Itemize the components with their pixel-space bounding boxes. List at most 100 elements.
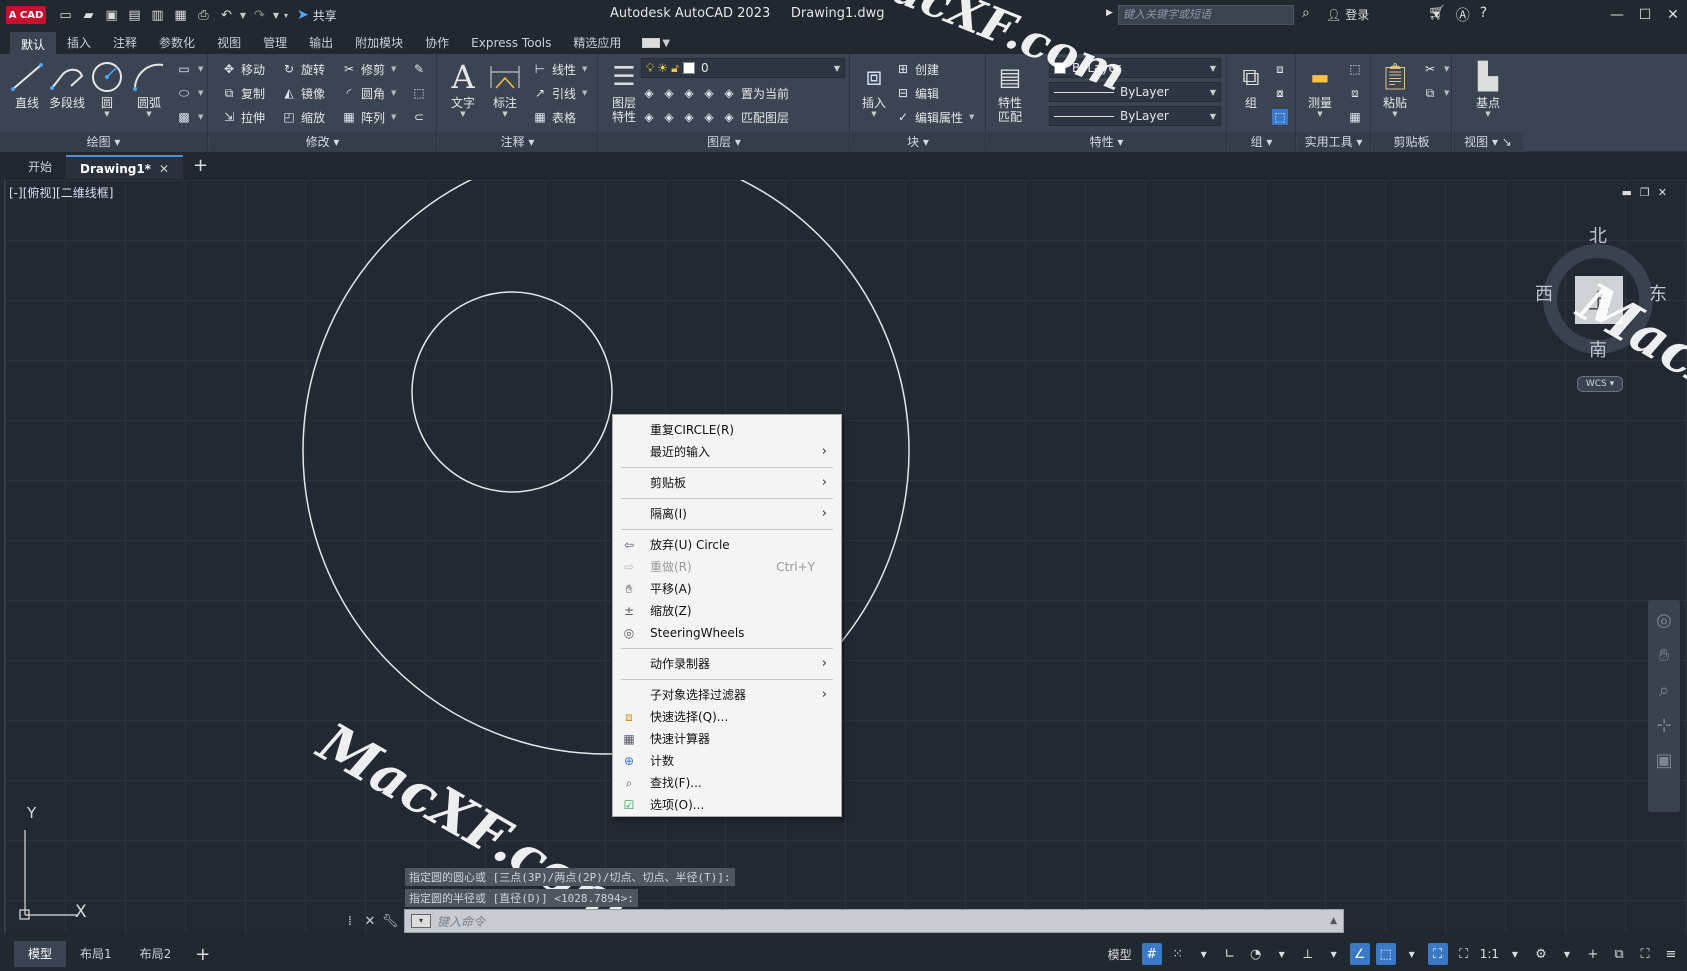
menu-zoom[interactable]: ± 缩放(Z) — [613, 600, 841, 622]
viewport-restore-icon[interactable]: ❐ — [1640, 186, 1650, 199]
print-icon[interactable]: ⎙ — [192, 5, 215, 25]
layer-thaw-icon[interactable]: ◈ — [681, 109, 697, 125]
group-edit-button[interactable]: ⧇ — [1272, 82, 1288, 104]
model-space-button[interactable]: 模型 — [1108, 946, 1132, 963]
layer-isolate-icon[interactable]: ◈ — [661, 85, 677, 101]
panel-groups-title[interactable]: 组 ▾ — [1228, 132, 1295, 152]
snap-icon[interactable]: ⁙ — [1168, 943, 1188, 965]
edit-attributes-button[interactable]: ✓ 编辑属性 ▼ — [895, 106, 974, 128]
annotation-visibility-icon[interactable]: ⛶ — [1427, 943, 1448, 965]
autodesk-app-icon[interactable]: Ⓐ — [1456, 5, 1470, 25]
polar-tracking-icon[interactable]: ◔ — [1246, 943, 1266, 965]
text-button[interactable]: A 文字 ▼ — [442, 58, 484, 118]
command-input[interactable]: ▾ 键入命令 ▲ — [404, 909, 1344, 933]
offset-button[interactable]: ⊂ — [411, 106, 427, 128]
array-button[interactable]: ▦ 阵列 ▼ — [341, 106, 396, 128]
circle-dropdown-icon[interactable]: ▼ — [86, 110, 128, 118]
layer-lock-icon[interactable]: ◈ — [701, 85, 717, 101]
customize-qat-icon[interactable]: ▾ — [281, 5, 291, 25]
set-current-button[interactable]: 置为当前 — [741, 85, 789, 102]
tab-featured-apps[interactable]: 精选应用 — [562, 32, 632, 54]
maximize-icon[interactable]: ☐ — [1631, 0, 1659, 30]
zoom-extents-icon[interactable]: ⌕ — [1659, 680, 1669, 701]
command-history-toggle-icon[interactable]: ▲ — [1330, 916, 1337, 926]
new-file-icon[interactable]: ▭ — [54, 5, 77, 25]
compass-north[interactable]: 北 — [1589, 222, 1607, 248]
menu-pan[interactable]: ✋︎ 平移(A) — [613, 578, 841, 600]
mirror-button[interactable]: ◭ 镜像 — [281, 82, 325, 104]
menu-steeringwheels[interactable]: ◎ SteeringWheels — [613, 622, 841, 644]
leader-button[interactable]: ↗ 引线 ▼ — [532, 82, 587, 104]
tab-start[interactable]: 开始 — [14, 155, 66, 179]
tab-addins[interactable]: 附加模块 — [344, 32, 414, 54]
undo-icon[interactable]: ↶ — [215, 5, 238, 25]
close-icon[interactable]: ✕ — [1659, 0, 1687, 30]
tab-insert[interactable]: 插入 — [56, 32, 102, 54]
panel-utilities-title[interactable]: 实用工具 ▾ — [1297, 132, 1370, 152]
layout-tab-layout1[interactable]: 布局1 — [66, 941, 126, 967]
panel-properties-title[interactable]: 特性 ▾ — [987, 132, 1226, 152]
lineweight-dropdown[interactable]: ByLayer ▼ — [1049, 106, 1221, 126]
menu-quick-calc[interactable]: ▦ 快速计算器 — [613, 728, 841, 750]
layer-unlock-icon[interactable]: ◈ — [701, 109, 717, 125]
calculator-tool-button[interactable]: ▦ — [1347, 106, 1363, 128]
group-button[interactable]: ⧉ 组 — [1230, 58, 1272, 110]
match-layer-button[interactable]: 匹配图层 — [741, 109, 789, 126]
measure-button[interactable]: ▬ 测量 ▼ — [1299, 58, 1341, 118]
rectangle-button[interactable]: ▭ ▼ — [176, 58, 203, 80]
arc-button[interactable]: 圆弧 ▼ — [128, 58, 170, 118]
tab-manage[interactable]: 管理 — [252, 32, 298, 54]
minimize-icon[interactable]: — — [1603, 0, 1631, 30]
panel-modify-title[interactable]: 修改 ▾ — [209, 132, 436, 152]
layer-freeze-icon[interactable]: ◈ — [681, 85, 697, 101]
table-button[interactable]: ▦ 表格 — [532, 106, 576, 128]
move-button[interactable]: ✥ 移动 — [221, 58, 265, 80]
add-layout-button[interactable]: + — [185, 944, 220, 965]
panel-annotation-title[interactable]: 注释 ▾ — [438, 132, 597, 152]
isolate-objects-icon[interactable]: ⧉ — [1609, 943, 1629, 965]
panel-clipboard-title[interactable]: 剪贴板 — [1372, 132, 1451, 152]
panel-layers-title[interactable]: 图层 ▾ — [599, 132, 849, 152]
id-point-button[interactable]: ⬚ — [1347, 58, 1363, 80]
search-icon[interactable]: ⌕ — [1302, 5, 1320, 23]
tab-drawing1[interactable]: Drawing1* ✕ — [66, 155, 184, 179]
menu-quick-select[interactable]: ⧈ 快速选择(Q)... — [613, 706, 841, 728]
paste-button[interactable]: 📋︎ 粘贴 ▼ — [1374, 58, 1416, 118]
tab-view[interactable]: 视图 — [206, 32, 252, 54]
compass-west[interactable]: 西 — [1535, 280, 1553, 306]
menu-recent-input[interactable]: 最近的输入 › — [613, 441, 841, 463]
tab-collaborate[interactable]: 协作 — [414, 32, 460, 54]
copy-button[interactable]: ⧉ 复制 — [221, 82, 265, 104]
menu-isolate[interactable]: 隔离(I) › — [613, 503, 841, 525]
linear-button[interactable]: ⊢ 线性 ▼ — [532, 58, 588, 80]
cut-button[interactable]: ✂ ▼ — [1422, 58, 1449, 80]
ellipse-button[interactable]: ⬭ ▼ — [176, 82, 204, 104]
edit-block-button[interactable]: ⊟ 编辑 — [895, 82, 939, 104]
save-as-icon[interactable]: ▤ — [123, 5, 146, 25]
explode-button[interactable]: ⬚ — [411, 82, 427, 104]
group-select-button[interactable]: ⬚ — [1272, 106, 1288, 128]
cart-icon[interactable]: 🛒︎ — [1428, 5, 1446, 25]
autocad-logo[interactable]: A CAD — [6, 6, 46, 24]
workspace-gear-icon[interactable]: ⚙ — [1531, 943, 1551, 965]
scale-dropdown-icon[interactable]: ▼ — [1505, 943, 1525, 965]
menu-options[interactable]: ☑ 选项(O)... — [613, 794, 841, 816]
viewport-minimize-icon[interactable]: ▬ — [1622, 186, 1632, 199]
viewport-controls-label[interactable]: [-][俯视][二维线框] — [9, 184, 113, 201]
customize-menu-icon[interactable]: ≡ — [1661, 943, 1681, 965]
tab-output[interactable]: 输出 — [298, 32, 344, 54]
stretch-button[interactable]: ⇲ 拉伸 — [221, 106, 265, 128]
object-snap-icon[interactable]: ⬚ — [1375, 943, 1396, 965]
create-block-button[interactable]: ⊞ 创建 — [895, 58, 939, 80]
arc-dropdown-icon[interactable]: ▼ — [128, 110, 170, 118]
panel-view-title[interactable]: 视图 ▾ ↘ — [1453, 132, 1523, 152]
ortho-icon[interactable]: ∟ — [1220, 943, 1240, 965]
panel-draw-title[interactable]: 绘图 ▾ — [0, 132, 207, 152]
orbit-icon[interactable]: ⊹ — [1656, 715, 1671, 736]
close-tab-icon[interactable]: ✕ — [159, 162, 169, 176]
redo-dropdown-icon[interactable]: ▼ — [271, 5, 281, 25]
object-snap-tracking-icon[interactable]: ∠ — [1349, 943, 1370, 965]
polyline-button[interactable]: 多段线 — [46, 58, 88, 110]
annotation-autoscale-icon[interactable]: ⛶ — [1454, 943, 1474, 965]
recent-commands-icon[interactable]: ▾ — [411, 914, 431, 928]
